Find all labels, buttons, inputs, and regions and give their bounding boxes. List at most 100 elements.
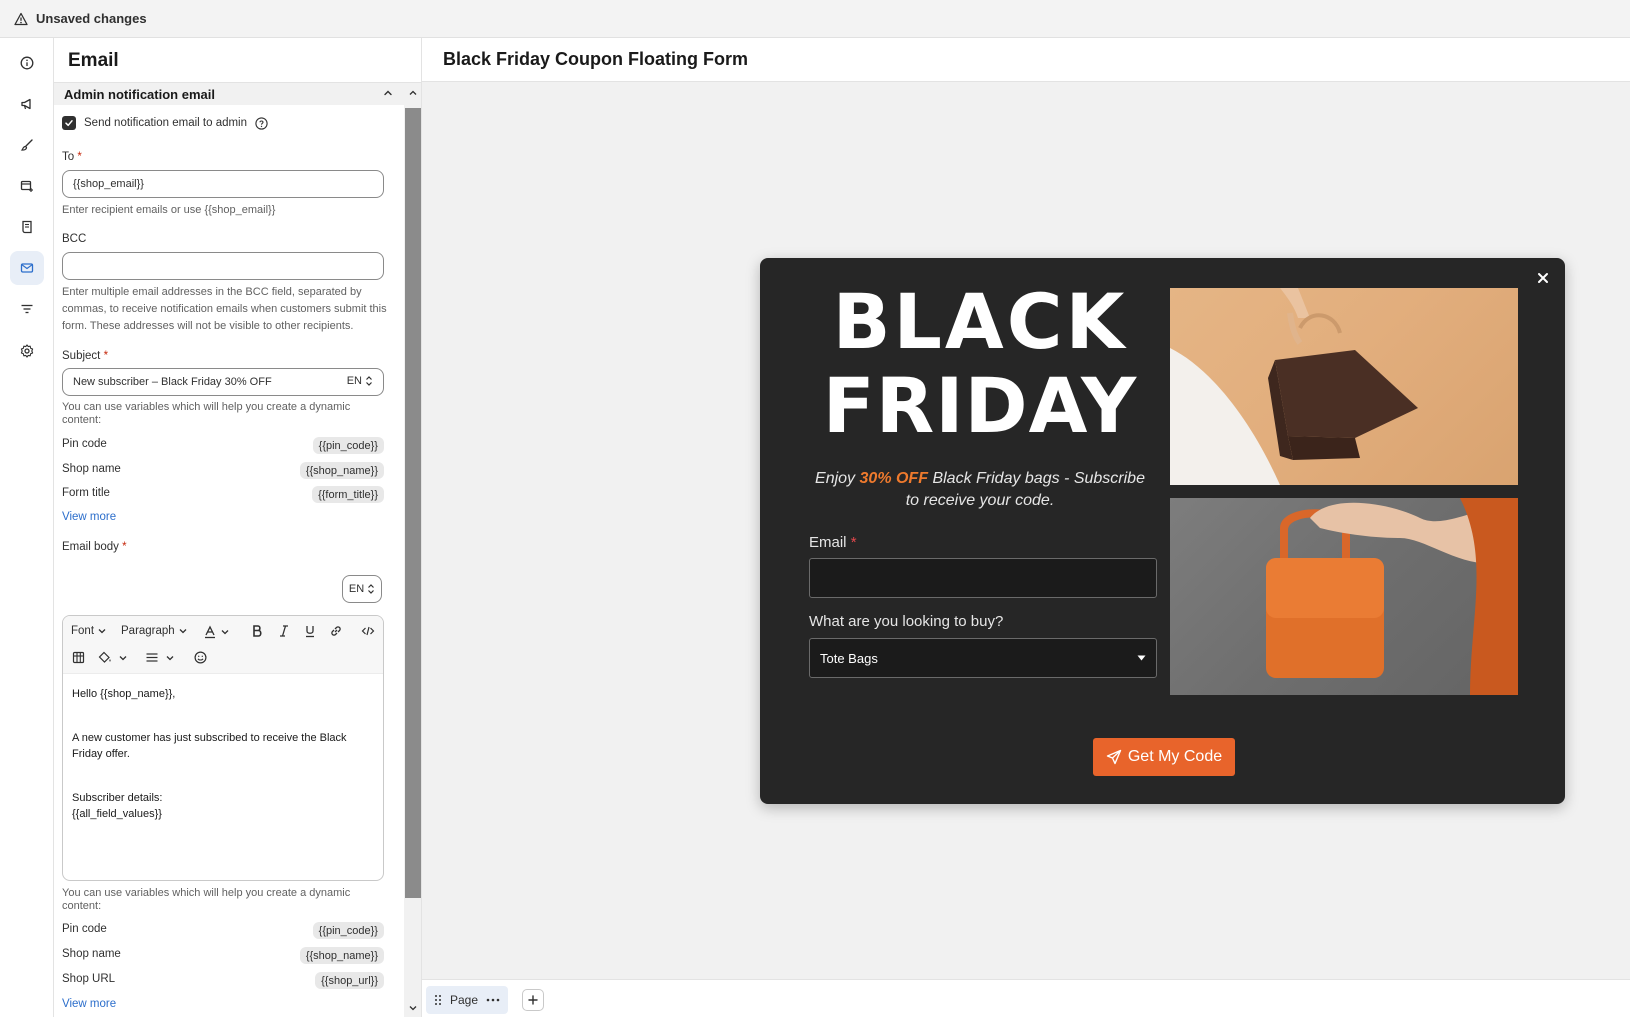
bcc-field[interactable] [62, 252, 384, 280]
layout-add-icon [20, 180, 33, 192]
body-line: Hello {{shop_name}}, [72, 688, 176, 700]
send-notification-checkbox[interactable] [62, 116, 76, 130]
body-language-value: EN [348, 583, 365, 595]
to-label: To * [62, 151, 82, 163]
italic-button[interactable] [278, 624, 290, 638]
to-value: {{shop_email}} [73, 178, 144, 190]
chevron-down-icon [179, 629, 187, 634]
editor-content[interactable]: Hello {{shop_name}}, A new customer has … [72, 686, 372, 822]
link-icon [331, 626, 341, 636]
chevron-down-icon [221, 630, 229, 635]
scroll-down-arrow[interactable] [405, 1000, 421, 1016]
headline-black: BLACK [832, 277, 1128, 366]
scrollbar-thumb[interactable] [405, 108, 421, 898]
emoji-button[interactable] [194, 651, 207, 664]
chevron-down-icon [409, 1006, 417, 1011]
table-icon [72, 651, 85, 664]
chevron-down-icon [98, 629, 106, 634]
underline-button[interactable] [304, 624, 316, 638]
link-button[interactable] [329, 624, 343, 638]
text-color-button[interactable] [203, 625, 230, 639]
variable-chip[interactable]: {{pin_code}} [312, 437, 384, 454]
body-line: {{all_field_values}} [72, 808, 162, 820]
buy-select-value: Tote Bags [820, 650, 878, 666]
subject-language-select[interactable]: EN [347, 375, 373, 387]
italic-icon [280, 625, 288, 637]
page-tab[interactable]: Page [426, 986, 508, 1014]
variable-chip[interactable]: {{form_title}} [312, 486, 384, 503]
body-var-name: Pin code [62, 923, 107, 935]
popup-form-preview[interactable]: BLACK FRIDAY Enjoy 30% OFF Black Friday … [760, 258, 1565, 804]
variable-chip[interactable]: {{pin_code}} [312, 922, 384, 939]
rail-item-orders[interactable] [10, 210, 44, 244]
subject-var-name: Pin code [62, 438, 107, 450]
rail-item-rules[interactable] [10, 292, 44, 326]
paragraph-dropdown[interactable]: Paragraph [121, 625, 188, 637]
brown-handbag-image [1170, 288, 1518, 485]
view-more-link[interactable]: View more [62, 511, 116, 523]
smile-icon [194, 651, 207, 664]
filter-icon [21, 304, 33, 314]
rail-item-campaign[interactable] [10, 87, 44, 121]
page-bar: Page [422, 979, 1630, 1017]
unsaved-changes-text: Unsaved changes [36, 11, 147, 26]
subject-language-value: EN [346, 375, 362, 387]
email-body-label: Email body * [62, 541, 127, 553]
font-dropdown[interactable]: Font [71, 625, 107, 637]
tagline-pre: Enjoy [815, 470, 856, 487]
bold-button[interactable] [251, 624, 263, 638]
email-icon [20, 263, 34, 273]
add-page-button[interactable] [522, 989, 544, 1011]
buy-select[interactable]: Tote Bags [809, 638, 1157, 678]
fill-color-button[interactable] [98, 651, 128, 664]
help-icon[interactable] [255, 116, 268, 130]
rail-item-settings[interactable] [10, 334, 44, 368]
preview-header: Black Friday Coupon Floating Form [422, 38, 1630, 82]
subject-value: New subscriber – Black Friday 30% OFF [73, 376, 272, 388]
scroll-up-arrow[interactable] [405, 85, 421, 101]
align-button[interactable] [145, 651, 175, 664]
body-line: Subscriber details: [72, 792, 163, 804]
email-body-editor[interactable]: Font Paragraph Hello {{shop_name}}, A ne… [62, 615, 384, 881]
megaphone-icon [21, 98, 31, 110]
text-color-icon [205, 625, 215, 639]
body-language-select[interactable]: EN [342, 575, 382, 603]
variable-chip[interactable]: {{shop_name}} [299, 462, 384, 479]
view-more-link[interactable]: View more [62, 998, 116, 1010]
get-my-code-button[interactable]: Get My Code [1093, 738, 1235, 776]
subject-var-name: Form title [62, 487, 110, 499]
page-tab-label: Page [450, 993, 479, 1007]
editor-toolbar: Font Paragraph [63, 616, 383, 674]
table-button[interactable] [72, 651, 85, 664]
rail-item-design[interactable] [10, 128, 44, 162]
tagline-post: Black Friday bags - Subscribe to receive… [905, 470, 1145, 509]
to-label-text: To [62, 151, 75, 163]
rail-item-email[interactable] [10, 251, 44, 285]
paint-bucket-icon [98, 651, 111, 663]
drag-handle-icon[interactable] [434, 994, 442, 1006]
rail-item-info[interactable] [10, 46, 44, 80]
admin-email-section-header[interactable]: Admin notification email [54, 83, 404, 105]
to-help: Enter recipient emails or use {{shop_ema… [62, 204, 276, 216]
required-marker: * [122, 541, 127, 553]
chevron-down-icon [119, 655, 127, 660]
required-marker: * [103, 350, 109, 362]
code-button[interactable] [361, 624, 375, 638]
required-marker: * [77, 151, 82, 163]
chevron-up-icon[interactable] [382, 87, 394, 99]
close-icon[interactable] [1535, 270, 1551, 286]
email-input[interactable] [809, 558, 1157, 598]
email-body-label-text: Email body [62, 541, 119, 553]
rail-item-layout[interactable] [10, 169, 44, 203]
more-horizontal-icon[interactable] [486, 998, 500, 1002]
variable-chip[interactable]: {{shop_url}} [315, 972, 384, 989]
subject-field[interactable]: New subscriber – Black Friday 30% OFF EN [62, 368, 384, 396]
subject-variables-help: You can use variables which will help yo… [62, 401, 351, 426]
align-icon [146, 653, 158, 662]
body-variables-help: You can use variables which will help yo… [62, 887, 351, 912]
panel-content: Send notification email to admin To * {{… [54, 105, 404, 1017]
email-label-text: Email [809, 534, 847, 551]
to-field[interactable]: {{shop_email}} [62, 170, 384, 198]
variable-chip[interactable]: {{shop_name}} [299, 947, 384, 964]
